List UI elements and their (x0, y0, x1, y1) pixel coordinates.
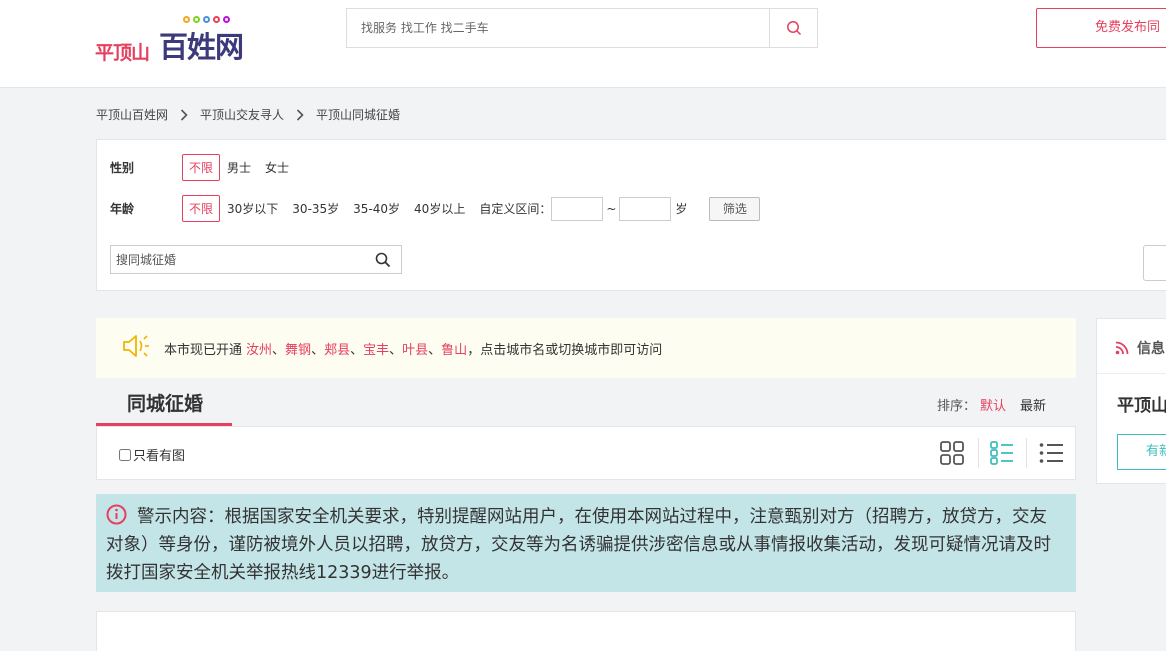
screen-button[interactable]: 筛选 (709, 196, 761, 221)
custom-range-label: 自定义区间： (479, 202, 552, 216)
notice-prefix: 本市现已开通 (164, 342, 243, 358)
sort-label: 排序： (936, 399, 976, 414)
breadcrumb-item-home[interactable]: 平顶山百姓网 (96, 106, 168, 123)
logo-brand: 百姓网 (159, 30, 244, 64)
side-panel-title-text: 信息 (1137, 341, 1165, 357)
only-photos-label: 只看有图 (133, 449, 186, 464)
only-photos-checkbox[interactable] (119, 448, 131, 461)
chevron-right-icon (178, 108, 190, 122)
listing-search-input[interactable] (111, 246, 363, 273)
notice-separator: 、 (389, 342, 403, 358)
sort-newest[interactable]: 最新 (1020, 399, 1046, 414)
gender-option-male[interactable]: 男士 (227, 159, 251, 176)
header-search-input[interactable] (347, 9, 771, 47)
breadcrumb: 平顶山百姓网 平顶山交友寻人 平顶山同城征婚 (96, 106, 400, 123)
speaker-icon (122, 333, 152, 363)
only-photos-filter[interactable]: 只看有图 (119, 445, 185, 464)
gender-filter-row: 性别 不限 男士 女士 (110, 154, 303, 181)
side-panel: 信息 平顶山 有新 (1096, 318, 1166, 484)
age-min-input[interactable] (551, 196, 604, 221)
listing-search (110, 245, 402, 274)
age-option-any[interactable]: 不限 (182, 195, 221, 222)
filter-panel: 性别 不限 男士 女士 年龄 不限 30岁以下 30-35岁 35-40岁 40… (96, 139, 1166, 291)
breadcrumb-item-current[interactable]: 平顶山同城征婚 (316, 106, 400, 123)
notice-separator: 、 (311, 342, 325, 358)
age-option-under-30[interactable]: 30岁以下 (227, 200, 278, 217)
card-list-view-icon[interactable] (987, 438, 1017, 468)
header-search-button[interactable] (769, 9, 817, 47)
city-link-wugang[interactable]: 舞钢 (285, 339, 311, 358)
city-notice: 本市现已开通 汝州 、 舞钢 、 郏县 、 宝丰 、 叶县 、 鲁山 ，点击城市… (96, 318, 1076, 378)
security-warning: 警示内容：根据国家安全机关要求，特别提醒网站用户，在使用本网站过程中，注意甄别对… (96, 494, 1076, 592)
search-icon[interactable] (375, 252, 391, 272)
city-link-baofeng[interactable]: 宝丰 (363, 339, 389, 358)
chevron-right-icon (294, 108, 306, 122)
listing-toolbar: 只看有图 (96, 426, 1076, 480)
warning-text: 警示内容：根据国家安全机关要求，特别提醒网站用户，在使用本网站过程中，注意甄别对… (106, 507, 1051, 583)
publish-button[interactable]: 免费发布同 (1036, 8, 1166, 48)
gender-option-any[interactable]: 不限 (182, 154, 221, 181)
search-icon (786, 21, 801, 36)
grid-view-icon[interactable] (937, 438, 967, 468)
header-search (346, 8, 818, 48)
age-option-35-40[interactable]: 35-40岁 (353, 200, 400, 217)
age-max-input[interactable] (619, 196, 672, 221)
side-subscribe-button[interactable]: 有新 (1117, 434, 1166, 470)
side-city-name: 平顶山 (1117, 396, 1166, 416)
notice-separator: 、 (350, 342, 364, 358)
list-view-icon[interactable] (1036, 438, 1066, 468)
city-link-yexian[interactable]: 叶县 (402, 339, 428, 358)
city-link-jiaxian[interactable]: 郏县 (324, 339, 350, 358)
notice-separator: 、 (272, 342, 286, 358)
listing-tabbar: 同城征婚 排序： 默认 最新 (96, 384, 1076, 426)
logo-dots (183, 12, 233, 24)
breadcrumb-item-friends[interactable]: 平顶山交友寻人 (200, 106, 284, 123)
age-filter-label: 年龄 (110, 202, 135, 216)
age-filter-row: 年龄 不限 30岁以下 30-35岁 35-40岁 40岁以上 自定义区间： ~… (110, 195, 761, 222)
gender-filter-label: 性别 (110, 161, 135, 175)
logo-city: 平顶山 (95, 42, 150, 64)
range-tilde: ~ (606, 201, 617, 216)
city-link-ruzhou[interactable]: 汝州 (246, 339, 272, 358)
age-unit: 岁 (675, 202, 688, 216)
listing-content (96, 611, 1076, 651)
rss-icon (1115, 341, 1129, 355)
gender-option-female[interactable]: 女士 (265, 159, 289, 176)
age-option-30-35[interactable]: 30-35岁 (292, 200, 339, 217)
age-option-over-40[interactable]: 40岁以上 (414, 200, 465, 217)
city-link-lushan[interactable]: 鲁山 (441, 339, 467, 358)
site-header: 平顶山 百姓网 免费发布同 (0, 0, 1166, 88)
notice-separator: 、 (428, 342, 442, 358)
side-divider (1097, 373, 1166, 374)
side-panel-title: 信息 (1115, 338, 1165, 358)
tab-marriage[interactable]: 同城征婚 (96, 384, 232, 426)
filter-extra-button[interactable] (1143, 245, 1166, 281)
view-divider (1026, 438, 1027, 468)
sort-default[interactable]: 默认 (980, 399, 1006, 414)
notice-suffix: ，点击城市名或切换城市即可访问 (467, 342, 663, 358)
site-logo[interactable]: 平顶山 百姓网 (95, 12, 265, 64)
info-icon (106, 504, 127, 525)
sort-options: 排序： 默认 最新 (937, 395, 1046, 414)
view-divider (978, 438, 979, 468)
